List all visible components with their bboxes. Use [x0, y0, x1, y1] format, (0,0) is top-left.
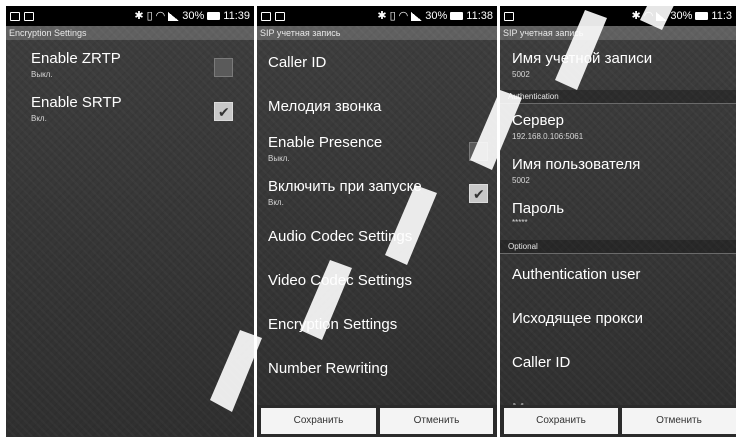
battery-icon	[450, 12, 464, 20]
preference-summary: Вкл.	[31, 114, 47, 123]
preference-title: Caller ID	[512, 354, 571, 371]
preference-title: Мелодия звонка	[268, 98, 382, 115]
signal-icon	[168, 11, 180, 21]
authentication-user-preference[interactable]: Authentication user	[500, 264, 736, 298]
encryption-settings-item[interactable]: Encryption Settings	[257, 314, 497, 348]
preference-title: Enable Presence	[268, 134, 383, 151]
password-preference[interactable]: Пароль *****	[500, 200, 736, 236]
preference-title: Number Rewriting	[268, 360, 389, 377]
preference-title: Имя пользователя	[512, 156, 641, 173]
preference-title: Исходящее прокси	[512, 310, 643, 327]
preference-summary: Выкл.	[31, 70, 53, 79]
presence-checkbox[interactable]	[469, 142, 488, 161]
ringtone-preference[interactable]: Мелодия звонка	[257, 96, 497, 130]
wifi-icon: ◠	[398, 9, 409, 22]
bluetooth-icon: ✱	[377, 9, 387, 22]
save-button[interactable]: Сохранить	[504, 408, 618, 434]
battery-percent: 30%	[182, 10, 205, 22]
save-button[interactable]: Сохранить	[261, 408, 376, 434]
notification-icon	[10, 11, 20, 21]
preference-summary: Вкл.	[268, 198, 284, 207]
preference-title: Enable ZRTP	[31, 50, 121, 67]
check-icon: ✔	[473, 186, 485, 202]
screen-title: SIP учетная запись	[500, 26, 736, 40]
enable-zrtp-preference[interactable]: Enable ZRTP Выкл.	[6, 50, 254, 90]
signal-icon	[656, 11, 668, 21]
username-preference[interactable]: Имя пользователя 5002	[500, 156, 736, 192]
preference-title: Пароль	[512, 200, 565, 217]
preference-title: Caller ID	[268, 54, 327, 71]
screen-title: SIP учетная запись	[257, 26, 497, 40]
start-on-boot-preference[interactable]: Включить при запуске Вкл. ✔	[257, 178, 497, 218]
number-rewriting-item[interactable]: Number Rewriting	[257, 358, 497, 392]
section-header-authentication: Authentication	[500, 90, 736, 104]
screen-title: Encryption Settings	[6, 26, 254, 40]
status-bar: ✱ ▯ ◠ 30% 11:39	[6, 6, 254, 26]
server-preference[interactable]: Сервер 192.168.0.106:5061	[500, 112, 736, 148]
notification-icon	[275, 11, 285, 21]
preference-title: Video Codec Settings	[268, 272, 412, 289]
signal-icon	[411, 11, 423, 21]
bluetooth-icon: ✱	[631, 9, 641, 22]
vibrate-icon: ▯	[146, 9, 153, 22]
preference-summary: *****	[512, 218, 528, 227]
status-bar: ✱ ◠ 30% 11:3	[500, 6, 736, 26]
preference-title: Encryption Settings	[268, 316, 398, 333]
clock: 11:39	[223, 10, 250, 22]
battery-icon	[695, 12, 709, 20]
notification-icon	[504, 11, 514, 21]
video-codec-settings-item[interactable]: Video Codec Settings	[257, 270, 497, 304]
clock: 11:3	[711, 10, 732, 22]
preference-summary: 5002	[512, 176, 530, 185]
enable-presence-preference[interactable]: Enable Presence Выкл.	[257, 134, 497, 174]
outbound-proxy-preference[interactable]: Исходящее прокси	[500, 308, 736, 342]
battery-icon	[207, 12, 221, 20]
cancel-button[interactable]: Отменить	[622, 408, 736, 434]
preference-title: Authentication user	[512, 266, 641, 283]
caller-id-preference[interactable]: Caller ID	[500, 352, 736, 386]
button-bar: Сохранить Отменить	[257, 405, 497, 437]
sip-account-details-screen: ✱ ◠ 30% 11:3 SIP учетная запись Имя учет…	[500, 6, 736, 437]
encryption-settings-screen: ✱ ▯ ◠ 30% 11:39 Encryption Settings Enab…	[6, 6, 254, 437]
button-bar: Сохранить Отменить	[500, 405, 736, 437]
preference-summary: Выкл.	[268, 154, 290, 163]
battery-percent: 30%	[425, 10, 448, 22]
preference-title: Сервер	[512, 112, 565, 129]
caller-id-preference[interactable]: Caller ID	[257, 52, 497, 86]
audio-codec-settings-item[interactable]: Audio Codec Settings	[257, 226, 497, 260]
check-icon: ✔	[218, 104, 230, 120]
bluetooth-icon: ✱	[134, 9, 144, 22]
notification-icon	[261, 11, 271, 21]
vibrate-icon: ▯	[389, 9, 396, 22]
clock: 11:38	[466, 10, 493, 22]
preference-title: Имя учетной записи	[512, 50, 653, 67]
battery-percent: 30%	[670, 10, 693, 22]
section-header-optional: Optional	[500, 240, 736, 254]
wifi-icon: ◠	[155, 9, 166, 22]
preference-title: Enable SRTP	[31, 94, 122, 111]
sip-account-screen: ✱ ▯ ◠ 30% 11:38 SIP учетная запись Calle…	[257, 6, 497, 437]
wifi-icon: ◠	[643, 9, 654, 22]
notification-icon	[24, 11, 34, 21]
enable-srtp-preference[interactable]: Enable SRTP Вкл. ✔	[6, 94, 254, 134]
preference-title: Включить при запуске	[268, 178, 422, 195]
account-name-preference[interactable]: Имя учетной записи 5002	[500, 50, 736, 90]
preference-summary: 5002	[512, 70, 530, 79]
status-bar: ✱ ▯ ◠ 30% 11:38	[257, 6, 497, 26]
preference-summary: 192.168.0.106:5061	[512, 132, 584, 141]
start-on-boot-checkbox[interactable]: ✔	[469, 184, 488, 203]
preference-title: Audio Codec Settings	[268, 228, 413, 245]
zrtp-checkbox[interactable]	[214, 58, 233, 77]
srtp-checkbox[interactable]: ✔	[214, 102, 233, 121]
cancel-button[interactable]: Отменить	[380, 408, 493, 434]
